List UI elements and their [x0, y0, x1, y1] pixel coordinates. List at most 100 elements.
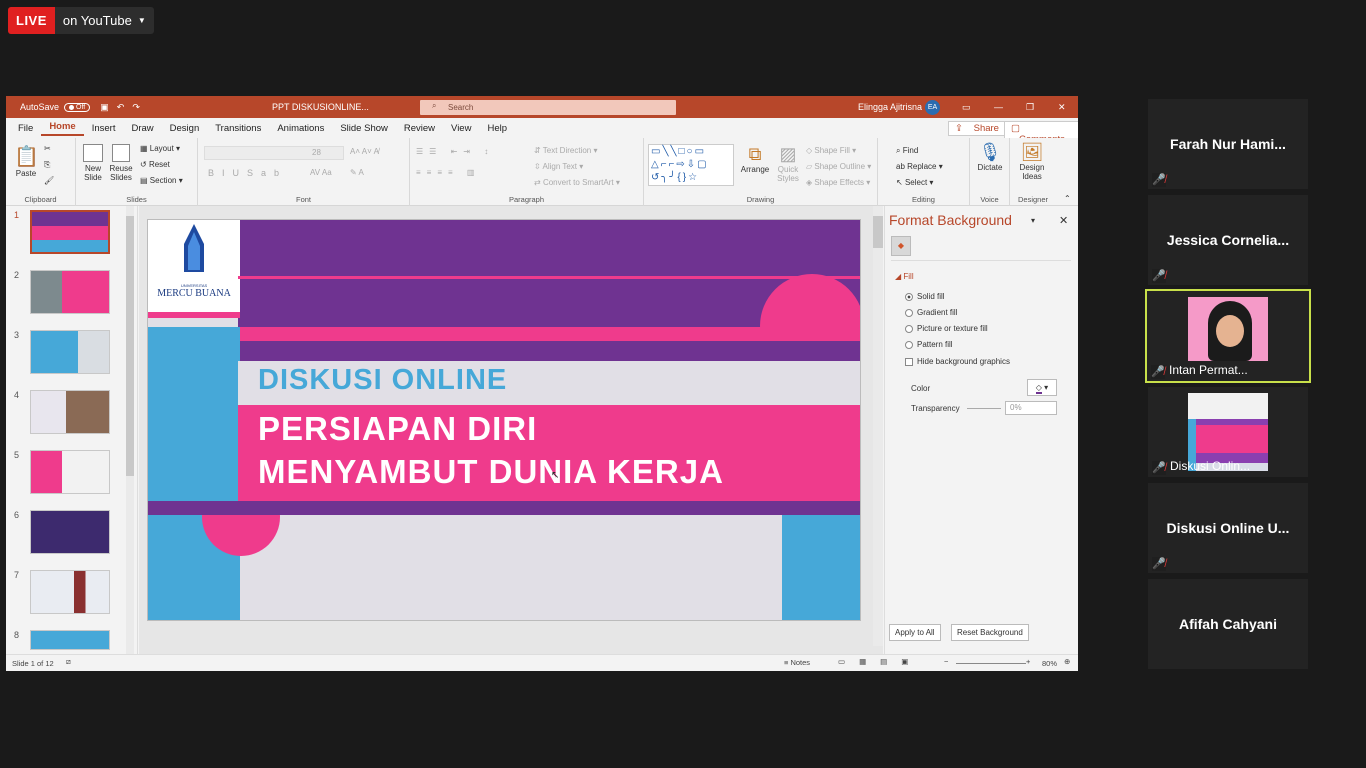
pane-title: Format Background	[889, 212, 1012, 228]
font-format-buttons[interactable]: BIUSab	[208, 168, 287, 178]
pattern-fill-radio[interactable]: Pattern fill	[905, 340, 953, 349]
blue-right-bar	[782, 515, 860, 620]
current-slide[interactable]: UNIVERSITAS MERCU BUANA DISKUSI ONLINE P…	[147, 219, 861, 621]
tab-view[interactable]: View	[443, 123, 479, 134]
shape-effects-button[interactable]: ◈ Shape Effects ▾	[806, 178, 870, 187]
slide-thumbnail-3[interactable]	[30, 330, 110, 374]
picture-fill-radio[interactable]: Picture or texture fill	[905, 324, 988, 333]
color-picker-button[interactable]: ◇ ▾	[1027, 379, 1057, 396]
tab-animations[interactable]: Animations	[269, 123, 332, 134]
close-icon[interactable]: ✕	[1058, 102, 1066, 113]
search-box[interactable]: ⌕ Search	[420, 100, 676, 115]
replace-button[interactable]: ab Replace ▾	[896, 162, 943, 171]
tab-help[interactable]: Help	[479, 123, 515, 134]
redo-icon[interactable]: ↷	[132, 102, 140, 113]
tab-transitions[interactable]: Transitions	[207, 123, 269, 134]
undo-icon[interactable]: ↶	[117, 102, 125, 113]
fill-bucket-icon[interactable]: ◆	[891, 236, 911, 256]
transparency-input[interactable]: 0%	[1005, 401, 1057, 415]
font-color-buttons[interactable]: ✎ A	[350, 168, 364, 177]
font-size-select[interactable]: 28	[308, 146, 344, 160]
text-direction-button[interactable]: ⇵ Text Direction ▾	[534, 146, 598, 155]
logo-text: MERCU BUANA	[157, 288, 231, 299]
slide-editor: UNIVERSITAS MERCU BUANA DISKUSI ONLINE P…	[139, 206, 883, 654]
avatar[interactable]: EA	[925, 100, 940, 115]
cut-icon[interactable]: ✂	[44, 144, 51, 153]
document-title[interactable]: PPT DISKUSIONLINE...	[272, 102, 369, 112]
convert-smartart-button[interactable]: ⇄ Convert to SmartArt ▾	[534, 178, 620, 187]
gradient-fill-radio[interactable]: Gradient fill	[905, 308, 957, 317]
zoom-out-icon[interactable]: −	[944, 657, 948, 666]
accessibility-icon[interactable]: ⧄	[66, 657, 71, 667]
quick-styles-icon: ▨	[779, 144, 797, 164]
participant-tile[interactable]: Farah Nur Hami... 🎤̸	[1148, 99, 1308, 189]
slide-thumbnail-2[interactable]	[30, 270, 110, 314]
copy-icon[interactable]: ⎘	[44, 160, 50, 170]
font-size-controls[interactable]: A˄ A˅ A̸	[350, 147, 379, 156]
notes-button[interactable]: ≡ Notes	[784, 658, 810, 667]
pane-close-icon[interactable]: ✕	[1059, 214, 1068, 227]
list-buttons[interactable]: ☰☰ ⇤⇥ ↕	[416, 147, 494, 156]
autosave-toggle[interactable]: Off	[64, 102, 91, 112]
dictate-button[interactable]: 🎙 Dictate	[974, 142, 1006, 172]
slide-thumbnail-7[interactable]	[30, 570, 110, 614]
shape-fill-button[interactable]: ◇ Shape Fill ▾	[806, 146, 856, 155]
reset-button[interactable]: ↺ Reset	[140, 160, 170, 169]
solid-fill-radio[interactable]: Solid fill	[905, 292, 945, 301]
slide-thumbnail-8[interactable]	[30, 630, 110, 650]
slide-thumbnail-4[interactable]	[30, 390, 110, 434]
find-button[interactable]: ⌕ Find	[896, 146, 918, 156]
zoom-level[interactable]: 80%	[1042, 659, 1057, 668]
tab-slide-show[interactable]: Slide Show	[332, 123, 396, 134]
zoom-in-icon[interactable]: +	[1026, 657, 1030, 666]
align-buttons[interactable]: ≡≡≡≡ ▥	[416, 168, 480, 177]
participant-tile-active-speaker[interactable]: 🎤̸ Intan Permat...	[1145, 289, 1311, 383]
participant-tile[interactable]: Jessica Cornelia... 🎤̸	[1148, 195, 1308, 285]
fit-slide-icon[interactable]: ⊕	[1064, 657, 1070, 666]
thumbnails-scrollbar[interactable]	[126, 206, 134, 654]
slide-thumbnail-5[interactable]	[30, 450, 110, 494]
zoom-slider[interactable]	[956, 663, 1026, 664]
fill-section-header[interactable]: ◢ Fill	[895, 272, 914, 281]
align-text-button[interactable]: ⇳ Align Text ▾	[534, 162, 583, 171]
slide-thumbnail-1[interactable]	[30, 210, 110, 254]
slide-scrollbar[interactable]	[873, 206, 883, 646]
reuse-slides-button[interactable]: Reuse Slides	[108, 144, 134, 182]
participant-tile[interactable]: Afifah Cahyani	[1148, 579, 1308, 669]
hide-background-checkbox[interactable]: Hide background graphics	[905, 357, 1010, 366]
tab-file[interactable]: File	[6, 123, 41, 134]
text-effects-buttons[interactable]: AV Aa	[310, 168, 332, 177]
live-stream-badge[interactable]: LIVE on YouTube ▼	[8, 7, 154, 34]
participant-tile[interactable]: Diskusi Online U... 🎤̸	[1148, 483, 1308, 573]
paste-button[interactable]: 📋 Paste	[14, 144, 39, 178]
select-button[interactable]: ↖ Select ▾	[896, 178, 933, 187]
slide-thumbnail-6[interactable]	[30, 510, 110, 554]
shapes-gallery[interactable]: ▭╲╲□○▭ △⌐⌐⇨⇩▢ ↺╮╯{}☆	[648, 144, 734, 186]
save-icon[interactable]: ▣	[100, 102, 109, 113]
section-button[interactable]: ▤ Section ▾	[140, 176, 183, 185]
minimize-icon[interactable]: —	[994, 102, 1003, 112]
new-slide-button[interactable]: New Slide	[80, 144, 106, 182]
tab-draw[interactable]: Draw	[123, 123, 161, 134]
restore-icon[interactable]: ❐	[1026, 102, 1034, 113]
view-buttons[interactable]: ▭▦▤▣	[838, 657, 922, 666]
layout-button[interactable]: ▦ Layout ▾	[140, 144, 180, 153]
tab-home[interactable]: Home	[41, 121, 84, 136]
tab-review[interactable]: Review	[396, 123, 443, 134]
design-ideas-button[interactable]: 🖼 Design Ideas	[1014, 142, 1050, 181]
designer-group: 🖼 Design Ideas Designer	[1010, 138, 1056, 206]
ribbon-display-icon[interactable]: ▭	[962, 102, 971, 113]
participant-tile[interactable]: 🎤̸ Diskusi Onlin...	[1148, 387, 1308, 477]
reset-background-button[interactable]: Reset Background	[951, 624, 1029, 641]
collapse-ribbon-icon[interactable]: ⌃	[1064, 194, 1071, 203]
apply-to-all-button[interactable]: Apply to All	[889, 624, 941, 641]
arrange-button[interactable]: ⧉ Arrange	[740, 144, 770, 174]
transparency-slider[interactable]	[967, 408, 1001, 409]
quick-styles-button[interactable]: ▨ Quick Styles	[774, 144, 802, 183]
pane-options-icon[interactable]: ▾	[1031, 216, 1035, 225]
participant-video	[1188, 297, 1268, 361]
shape-outline-button[interactable]: ▱ Shape Outline ▾	[806, 162, 871, 171]
tab-design[interactable]: Design	[162, 123, 208, 134]
tab-insert[interactable]: Insert	[84, 123, 124, 134]
format-painter-icon[interactable]: 🖌	[44, 176, 54, 185]
